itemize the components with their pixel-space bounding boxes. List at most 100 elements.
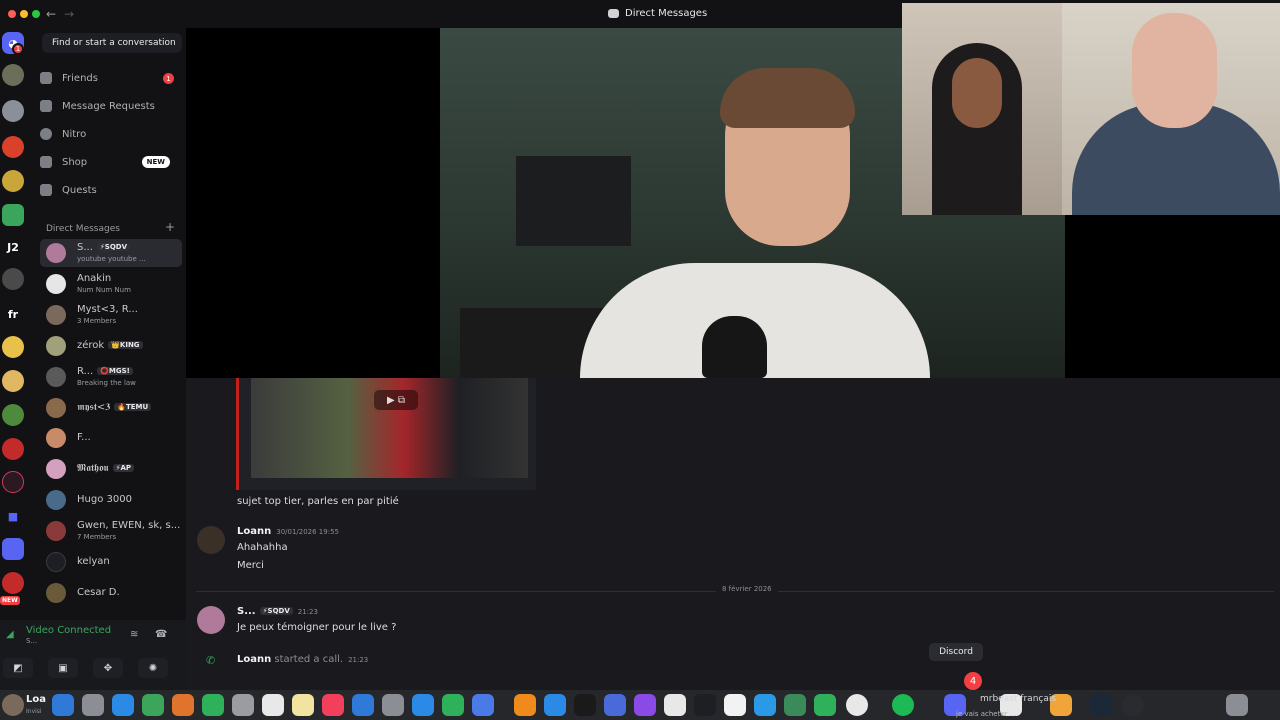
trash-icon[interactable] (1226, 694, 1248, 716)
finder-icon[interactable] (52, 694, 74, 716)
folder-icon[interactable]: ■ (2, 505, 24, 527)
server-icon-7[interactable] (2, 336, 24, 358)
message-header: Loann 30/01/2026 19:55 (237, 526, 339, 537)
dm-item[interactable]: Cesar D. (40, 579, 182, 607)
message-author[interactable]: Loann (237, 526, 271, 537)
server-icon-fr[interactable]: fr (2, 303, 24, 325)
app-icon[interactable] (664, 694, 686, 716)
discord-dock-badge: 4 (964, 672, 982, 690)
dm-item[interactable]: S... ⚡SQDV youtube youtube ... (40, 239, 182, 267)
disconnect-icon[interactable]: ☎ (155, 629, 167, 640)
maps-icon[interactable] (142, 694, 164, 716)
message-text: Je peux témoigner pour le live ? (237, 622, 397, 633)
server-icon-13[interactable] (2, 572, 24, 594)
dm-item[interactable]: kelyan (40, 548, 182, 576)
mail-icon[interactable] (352, 694, 374, 716)
call-author[interactable]: Loann (237, 654, 271, 665)
activity-monitor-icon[interactable] (694, 694, 716, 716)
voice-status-title[interactable]: Video Connected (26, 625, 111, 636)
dm-item[interactable]: F... (40, 424, 182, 452)
server-rail: ◕ 1 J2 fr ■ NEW (0, 28, 26, 628)
minimize-window-button[interactable] (20, 10, 28, 18)
maximize-window-button[interactable] (32, 10, 40, 18)
back-arrow-icon[interactable]: ← (46, 7, 56, 21)
server-icon-8[interactable] (2, 370, 24, 392)
close-window-button[interactable] (8, 10, 16, 18)
spotify-icon[interactable] (892, 694, 914, 716)
video-embed[interactable]: ▶ ⧉ (236, 378, 536, 490)
reminders-icon[interactable] (262, 694, 284, 716)
message-author[interactable]: S... (237, 606, 256, 617)
safari-icon[interactable] (112, 694, 134, 716)
find-conversation-button[interactable]: Find or start a conversation (42, 33, 182, 53)
system-settings-icon[interactable] (382, 694, 404, 716)
dm-item[interactable]: zérok 👑KING (40, 332, 182, 360)
dm-tag: 🔥TEMU (114, 403, 152, 411)
nav-nitro[interactable]: Nitro (40, 123, 182, 145)
notes-icon[interactable] (292, 694, 314, 716)
dm-item[interactable]: Gwen, EWEN, sk, s... 7 Members (40, 517, 182, 545)
app-icon[interactable] (472, 694, 494, 716)
app-icon[interactable] (604, 694, 626, 716)
video-tile-top-2[interactable] (1062, 3, 1280, 215)
app-icon[interactable] (784, 694, 806, 716)
server-icon-4[interactable] (2, 170, 24, 192)
dm-name: Gwen, EWEN, sk, s... (77, 520, 181, 531)
envelope-icon (40, 100, 52, 112)
user-name[interactable]: Loa (26, 694, 46, 705)
nav-friends[interactable]: Friends 1 (40, 67, 182, 89)
chrome-icon[interactable] (846, 694, 868, 716)
dm-item[interactable]: Anakin Num Num Num (40, 270, 182, 298)
forward-arrow-icon[interactable]: → (64, 7, 74, 21)
screen-share-icon[interactable]: ▣ (48, 658, 78, 678)
server-icon-6[interactable] (2, 268, 24, 290)
video-tile-top-1[interactable] (902, 3, 1062, 215)
steam-icon[interactable] (1090, 694, 1112, 716)
podcasts-icon[interactable] (634, 694, 656, 716)
noise-suppression-icon[interactable]: ≋ (130, 629, 138, 640)
avatar[interactable] (197, 526, 225, 554)
message-text: Ahahahha (237, 542, 288, 553)
telegram-icon[interactable] (754, 694, 776, 716)
launchpad-icon[interactable] (82, 694, 104, 716)
whatsapp-icon[interactable] (442, 694, 464, 716)
dm-item[interactable]: 𝕸𝖆𝖙𝖍𝖔𝖚 ⚡AP (40, 455, 182, 483)
music-icon[interactable] (322, 694, 344, 716)
server-icon-10[interactable] (2, 438, 24, 460)
server-icon-j2[interactable]: J2 (2, 236, 24, 258)
server-icon-11[interactable] (2, 471, 24, 493)
app-icon[interactable] (574, 694, 596, 716)
user-avatar[interactable] (2, 694, 24, 716)
server-icon-2[interactable] (2, 100, 24, 122)
server-icon-12[interactable] (2, 538, 24, 560)
app-icon[interactable] (544, 694, 566, 716)
avatar[interactable] (197, 606, 225, 634)
server-icon-1[interactable] (2, 64, 24, 86)
create-dm-plus-icon[interactable]: + (165, 220, 175, 234)
nav-shop[interactable]: Shop NEW (40, 151, 182, 173)
server-icon-5[interactable] (2, 204, 24, 226)
photos-icon[interactable] (172, 694, 194, 716)
obs-icon[interactable] (1122, 694, 1144, 716)
vlc-icon[interactable] (514, 694, 536, 716)
contacts-icon[interactable] (232, 694, 254, 716)
avatar (46, 490, 66, 510)
activities-icon[interactable]: ✥ (93, 658, 123, 678)
friends-icon (40, 72, 52, 84)
play-icon[interactable]: ▶ ⧉ (374, 390, 418, 410)
dm-item[interactable]: 𝖒𝖞𝖘𝖙<𝟑 🔥TEMU (40, 394, 182, 422)
app-store-icon[interactable] (412, 694, 434, 716)
dm-item[interactable]: Hugo 3000 (40, 486, 182, 514)
dm-item[interactable]: R... ⭕MGS! Breaking the law (40, 363, 182, 391)
server-icon-3[interactable] (2, 136, 24, 158)
server-icon-9[interactable] (2, 404, 24, 426)
soundboard-icon[interactable]: ✺ (138, 658, 168, 678)
calendar-icon[interactable] (724, 694, 746, 716)
nav-message-requests[interactable]: Message Requests (40, 95, 182, 117)
camera-off-icon[interactable]: ◩ (3, 658, 33, 678)
nav-quests[interactable]: Quests (40, 179, 182, 201)
facetime-icon[interactable] (202, 694, 224, 716)
dm-item[interactable]: Myst<3, R... 3 Members (40, 301, 182, 329)
home-badge: 1 (12, 43, 24, 55)
messages-icon[interactable] (814, 694, 836, 716)
